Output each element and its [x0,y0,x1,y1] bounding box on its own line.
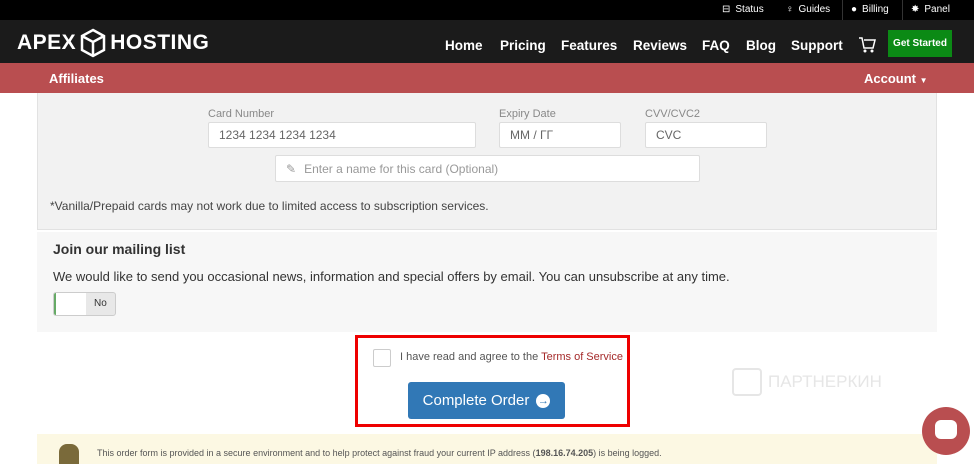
toggle-label: No [94,298,107,309]
nav-faq[interactable]: FAQ [702,38,730,53]
tos-link[interactable]: Terms of Service [541,351,623,363]
expiry-label: Expiry Date [499,108,556,120]
ip-address: 198.16.74.205 [535,448,594,458]
affiliates-link[interactable]: Affiliates [49,71,104,86]
top-utility-bar: ⊟ Status ♀ Guides ● Billing ✸ Panel [0,0,974,20]
card-panel: Card Number 1234 1234 1234 1234 Expiry D… [37,93,937,230]
chat-bubble-icon [732,368,762,396]
notice-text: This order form is provided in a secure … [97,448,662,458]
nav-reviews[interactable]: Reviews [633,38,687,53]
card-number-input[interactable]: 1234 1234 1234 1234 [208,122,476,148]
main-nav: APEX HOSTING Home Pricing Features Revie… [0,20,974,63]
status-link[interactable]: ⊟ Status [722,0,764,20]
tos-checkbox[interactable] [373,349,391,367]
nav-support[interactable]: Support [791,38,843,53]
divider [902,0,903,20]
caret-down-icon: ▼ [919,76,928,85]
complete-order-button[interactable]: Complete Order → [408,382,565,419]
cube-icon [80,28,106,58]
nav-home[interactable]: Home [445,38,483,53]
mailing-text: We would like to send you occasional new… [53,269,730,284]
arrow-circle-right-icon: → [536,393,551,408]
cart-icon[interactable] [858,36,876,54]
pencil-icon: ✎ [286,161,297,176]
nav-blog[interactable]: Blog [746,38,776,53]
nav-features[interactable]: Features [561,38,617,53]
card-name-input[interactable]: ✎ Enter a name for this card (Optional) [275,155,700,182]
prepaid-note: *Vanilla/Prepaid cards may not work due … [50,199,489,213]
toggle-handle [54,293,86,315]
get-started-button[interactable]: Get Started [888,30,952,57]
mailing-title: Join our mailing list [53,241,186,257]
lock-icon [59,444,79,464]
mailing-list-section: Join our mailing list We would like to s… [37,232,937,332]
panel-link[interactable]: ✸ Panel [911,0,950,20]
user-icon: ● [851,4,858,15]
billing-link[interactable]: ● Billing [851,0,889,20]
cvv-input[interactable]: CVC [645,122,767,148]
logo[interactable]: APEX HOSTING [17,28,209,58]
nav-pricing[interactable]: Pricing [500,38,546,53]
guides-link[interactable]: ♀ Guides [786,0,830,20]
expiry-input[interactable]: MM / ГГ [499,122,621,148]
chat-icon [935,420,957,439]
card-number-label: Card Number [208,108,275,120]
sub-nav: Affiliates Account ▼ [0,63,974,93]
mailing-toggle[interactable]: No [53,292,116,316]
divider [842,0,843,20]
tos-label: I have read and agree to the Terms of Se… [400,351,623,363]
watermark: ПАРТНЕРКИН [732,368,882,396]
lightbulb-icon: ♀ [786,4,794,15]
gear-icon: ✸ [911,4,920,15]
server-icon: ⊟ [722,4,731,15]
cvv-label: CVV/CVC2 [645,108,701,120]
account-dropdown[interactable]: Account ▼ [864,71,928,86]
chat-widget-button[interactable] [922,407,970,455]
